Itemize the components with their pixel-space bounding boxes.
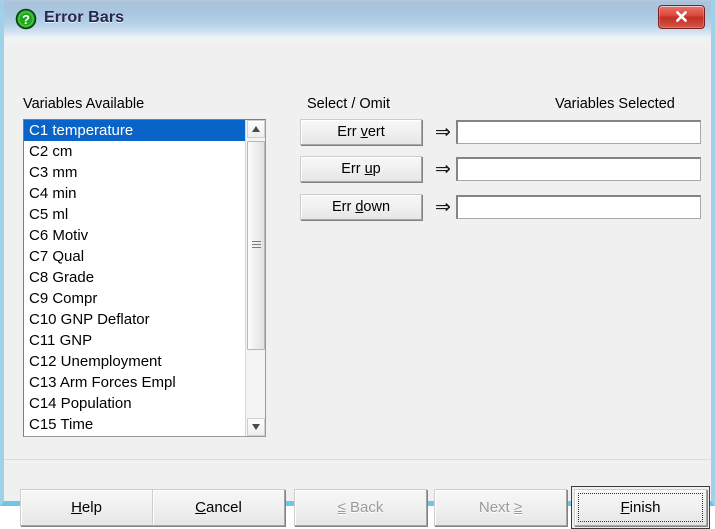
err-down-button[interactable]: Err down	[300, 194, 422, 220]
cancel-label-post: ancel	[205, 499, 242, 516]
help-button[interactable]: Help	[20, 489, 153, 526]
list-item[interactable]: C14 Population	[24, 393, 245, 414]
back-label-post: Back	[345, 499, 384, 516]
err-vert-field[interactable]	[456, 120, 701, 144]
title-bar-inner: ? Error Bars	[4, 0, 711, 40]
scrollbar-grip-icon	[252, 240, 261, 251]
title-bar: ? Error Bars	[4, 0, 711, 42]
scroll-up-arrow-icon[interactable]	[247, 120, 265, 138]
listbox-scrollbar[interactable]	[245, 120, 265, 436]
variables-list-items: C1 temperature C2 cm C3 mm C4 min C5 ml C6 Mo…	[24, 120, 245, 436]
scrollbar-thumb[interactable]	[247, 141, 265, 350]
err-vert-button[interactable]: Err vert	[300, 119, 422, 145]
err-vert-label-mnemonic: v	[360, 124, 368, 140]
help-label-post: elp	[81, 499, 102, 516]
list-item[interactable]: C6 Motiv	[24, 225, 245, 246]
list-item[interactable]: C2 cm	[24, 141, 245, 162]
close-button[interactable]	[658, 5, 705, 29]
scroll-down-arrow-icon[interactable]	[247, 418, 265, 436]
list-item[interactable]: C10 GNP Deflator	[24, 309, 245, 330]
select-omit-label: Select / Omit	[307, 96, 390, 112]
svg-text:?: ?	[22, 12, 30, 27]
list-item[interactable]: C1 temperature	[24, 120, 245, 141]
window-title: Error Bars	[44, 9, 125, 26]
next-button: Next ≥	[434, 489, 567, 526]
bottom-separator	[4, 459, 711, 460]
err-up-label-mnemonic: u	[364, 161, 373, 177]
dialog-content: Variables Available Select / Omit Variab…	[4, 41, 711, 529]
list-item[interactable]: C9 Compr	[24, 288, 245, 309]
double-arrow-right-icon: ⇒	[435, 197, 451, 218]
list-item[interactable]: C12 Unemployment	[24, 351, 245, 372]
err-up-label-post: p	[372, 161, 381, 177]
next-label-mnemonic: ≥	[513, 499, 523, 516]
list-item[interactable]: C13 Arm Forces Empl	[24, 372, 245, 393]
finish-button-default-frame: Finish	[571, 486, 710, 529]
err-down-label-post: own	[363, 199, 391, 215]
list-item[interactable]: C5 ml	[24, 204, 245, 225]
select-row-err-vert: Err vert ⇒	[300, 119, 701, 147]
list-item[interactable]: C3 mm	[24, 162, 245, 183]
err-down-label-pre: Err	[331, 199, 356, 215]
help-label-mnemonic: H	[71, 499, 82, 516]
err-up-label-pre: Err	[341, 161, 365, 177]
back-label-mnemonic: ≤	[337, 499, 346, 516]
variables-available-listbox[interactable]: C1 temperature C2 cm C3 mm C4 min C5 ml C6 Mo…	[23, 119, 266, 437]
select-row-err-up: Err up ⇒	[300, 156, 701, 184]
double-arrow-right-icon: ⇒	[435, 122, 451, 143]
variables-available-label: Variables Available	[23, 96, 145, 112]
err-vert-label-post: ert	[367, 124, 385, 140]
err-vert-label-pre: Err	[337, 124, 361, 140]
list-item[interactable]: C15 Time	[24, 414, 245, 435]
double-arrow-right-icon: ⇒	[435, 159, 451, 180]
cancel-label-mnemonic: C	[195, 499, 206, 516]
finish-label-post: inish	[629, 499, 661, 516]
list-item[interactable]: C4 min	[24, 183, 245, 204]
list-item[interactable]: C11 GNP	[24, 330, 245, 351]
error-bars-dialog-window: ? Error Bars Variables Available Select …	[0, 0, 715, 529]
select-row-err-down: Err down ⇒	[300, 194, 701, 222]
err-up-field[interactable]	[456, 157, 701, 181]
finish-label-mnemonic: F	[620, 499, 630, 516]
variables-selected-label: Variables Selected	[555, 96, 675, 112]
list-item[interactable]: C7 Qual	[24, 246, 245, 267]
cancel-button[interactable]: Cancel	[152, 489, 285, 526]
list-item[interactable]: C8 Grade	[24, 267, 245, 288]
err-down-field[interactable]	[456, 195, 701, 219]
finish-button[interactable]: Finish	[574, 489, 707, 526]
err-up-button[interactable]: Err up	[300, 156, 422, 182]
back-button: ≤ Back	[294, 489, 427, 526]
next-label-pre: Next	[478, 499, 514, 516]
question-mark-icon: ?	[15, 8, 37, 30]
